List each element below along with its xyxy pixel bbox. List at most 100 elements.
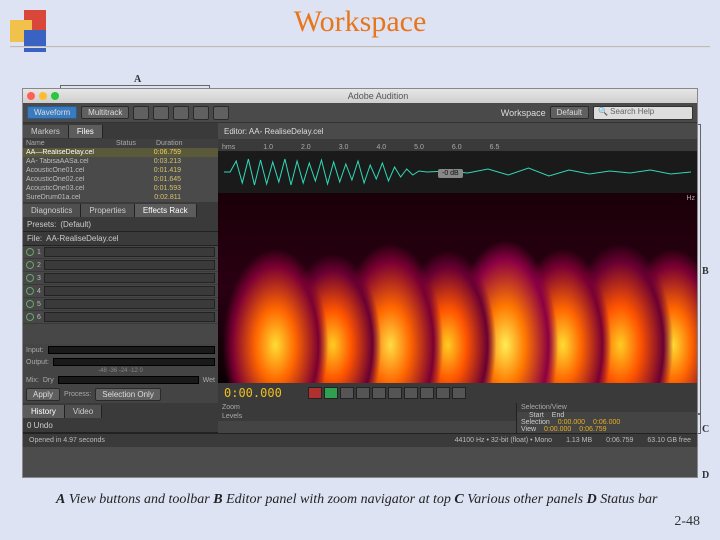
power-icon[interactable] xyxy=(26,248,34,256)
view-start[interactable]: 0:00.000 xyxy=(544,426,571,433)
input-label: Input: xyxy=(26,347,44,354)
power-icon[interactable] xyxy=(26,287,34,295)
editor-tab[interactable]: Editor: AA- RealiseDelay.cel xyxy=(218,123,697,139)
file-row[interactable]: SureDrum01a.cel0:02.811 xyxy=(23,193,218,202)
output-meter xyxy=(53,358,215,366)
status-bar: Opened in 4.97 seconds 44100 Hz • 32-bit… xyxy=(23,433,697,447)
status-free: 63.10 GB free xyxy=(647,437,691,444)
zoom-label: Zoom xyxy=(218,403,516,412)
rewind-button[interactable] xyxy=(372,387,386,399)
skip-button[interactable] xyxy=(452,387,466,399)
multitrack-button[interactable]: Multitrack xyxy=(81,106,129,119)
power-icon[interactable] xyxy=(26,313,34,321)
db-tag[interactable]: -0 dB xyxy=(438,169,463,178)
effect-slot[interactable]: 5 xyxy=(23,298,218,311)
preset-label: Presets: xyxy=(27,220,56,229)
spectrogram[interactable]: Hz xyxy=(218,193,697,383)
tab-files[interactable]: Files xyxy=(69,125,103,138)
fx-file-label: File: xyxy=(27,234,42,243)
mac-titlebar: Adobe Audition xyxy=(23,89,697,103)
apply-button[interactable]: Apply xyxy=(26,388,60,401)
power-icon[interactable] xyxy=(26,261,34,269)
tab-effects[interactable]: Effects Rack xyxy=(135,204,197,217)
app-title: Adobe Audition xyxy=(63,91,693,101)
sel-end[interactable]: 0:06.000 xyxy=(593,419,620,426)
tab-diagnostics[interactable]: Diagnostics xyxy=(23,204,81,217)
tool-lasso-icon[interactable] xyxy=(193,106,209,120)
slide-title: Workspace xyxy=(0,5,720,39)
tab-properties[interactable]: Properties xyxy=(81,204,134,217)
col-duration: Duration xyxy=(156,140,182,147)
file-row[interactable]: AA—RealiseDelay.cel0:06.759 xyxy=(23,148,218,157)
sel-start[interactable]: 0:00.000 xyxy=(558,419,585,426)
effect-slot[interactable]: 4 xyxy=(23,285,218,298)
col-name: Name xyxy=(26,140,116,147)
app-screenshot: Adobe Audition Waveform Multitrack Works… xyxy=(22,88,698,478)
status-size: 1.13 MB xyxy=(566,437,592,444)
mix-label: Mix: xyxy=(26,377,39,384)
minimize-icon[interactable] xyxy=(39,92,47,100)
tab-markers[interactable]: Markers xyxy=(23,125,69,138)
view-end[interactable]: 0:06.759 xyxy=(579,426,606,433)
tool-razor-icon[interactable] xyxy=(153,106,169,120)
tool-move-icon[interactable] xyxy=(133,106,149,120)
timecode-bar: 0:00.000 xyxy=(218,383,697,403)
pause-button[interactable] xyxy=(340,387,354,399)
power-icon[interactable] xyxy=(26,300,34,308)
zoom-icon[interactable] xyxy=(51,92,59,100)
mix-slider[interactable] xyxy=(58,376,199,384)
tool-brush-icon[interactable] xyxy=(213,106,229,120)
history-value: 0 Undo xyxy=(27,421,53,430)
status-dur: 0:06.759 xyxy=(606,437,633,444)
process-dropdown[interactable]: Selection Only xyxy=(95,388,161,401)
zoom-navigator[interactable]: -0 dB xyxy=(218,151,697,193)
power-icon[interactable] xyxy=(26,274,34,282)
col-status: Status xyxy=(116,140,156,147)
effects-rack: 1 2 3 4 5 6 xyxy=(23,246,218,344)
file-row[interactable]: AcousticOne03.cel0:01.593 xyxy=(23,184,218,193)
search-input[interactable]: 🔍 Search Help xyxy=(593,106,693,120)
toolbar: Waveform Multitrack Workspace Default 🔍 … xyxy=(23,103,697,123)
hz-label: Hz xyxy=(686,195,695,202)
file-row[interactable]: AcousticOne01.cel0:01.419 xyxy=(23,166,218,175)
input-meter xyxy=(48,346,215,354)
play-button[interactable] xyxy=(324,387,338,399)
callout-a: A xyxy=(134,74,141,85)
next-button[interactable] xyxy=(404,387,418,399)
ffwd-button[interactable] xyxy=(388,387,402,399)
loop-button[interactable] xyxy=(436,387,450,399)
file-row[interactable]: AcousticOne02.cel0:01.645 xyxy=(23,175,218,184)
file-row[interactable]: AA- TabisaAASa.cel0:03.213 xyxy=(23,157,218,166)
timecode: 0:00.000 xyxy=(224,386,282,400)
fx-file-value: AA-RealiseDelay.cel xyxy=(46,234,118,243)
transport xyxy=(308,387,466,399)
callout-d: D xyxy=(702,470,709,481)
divider xyxy=(10,46,710,48)
tool-marquee-icon[interactable] xyxy=(173,106,189,120)
tab-history[interactable]: History xyxy=(23,405,65,418)
left-tabs: Markers Files xyxy=(23,123,218,139)
selview-label: Selection/View xyxy=(517,403,697,412)
process-label: Process: xyxy=(64,391,91,398)
callout-c: C xyxy=(702,424,709,435)
prev-button[interactable] xyxy=(356,387,370,399)
tab-video[interactable]: Video xyxy=(65,405,102,418)
record-button[interactable] xyxy=(420,387,434,399)
preset-value[interactable]: (Default) xyxy=(60,220,91,229)
effect-slot[interactable]: 3 xyxy=(23,272,218,285)
levels-label: Levels xyxy=(218,412,516,421)
stop-button[interactable] xyxy=(308,387,322,399)
file-list: Name Status Duration AA—RealiseDelay.cel… xyxy=(23,139,218,202)
caption: A View buttons and toolbar B Editor pane… xyxy=(56,490,660,510)
status-format: 44100 Hz • 32-bit (float) • Mono xyxy=(455,437,553,444)
status-opened: Opened in 4.97 seconds xyxy=(29,437,105,444)
time-ruler[interactable]: hms1.02.03.04.05.06.06.5 xyxy=(218,139,697,151)
effect-slot[interactable]: 1 xyxy=(23,246,218,259)
workspace-label: Workspace xyxy=(501,108,546,118)
waveform-button[interactable]: Waveform xyxy=(27,106,77,119)
effect-slot[interactable]: 2 xyxy=(23,259,218,272)
page-number: 2-48 xyxy=(674,514,700,530)
workspace-dropdown[interactable]: Default xyxy=(550,106,589,119)
effect-slot[interactable]: 6 xyxy=(23,311,218,324)
close-icon[interactable] xyxy=(27,92,35,100)
